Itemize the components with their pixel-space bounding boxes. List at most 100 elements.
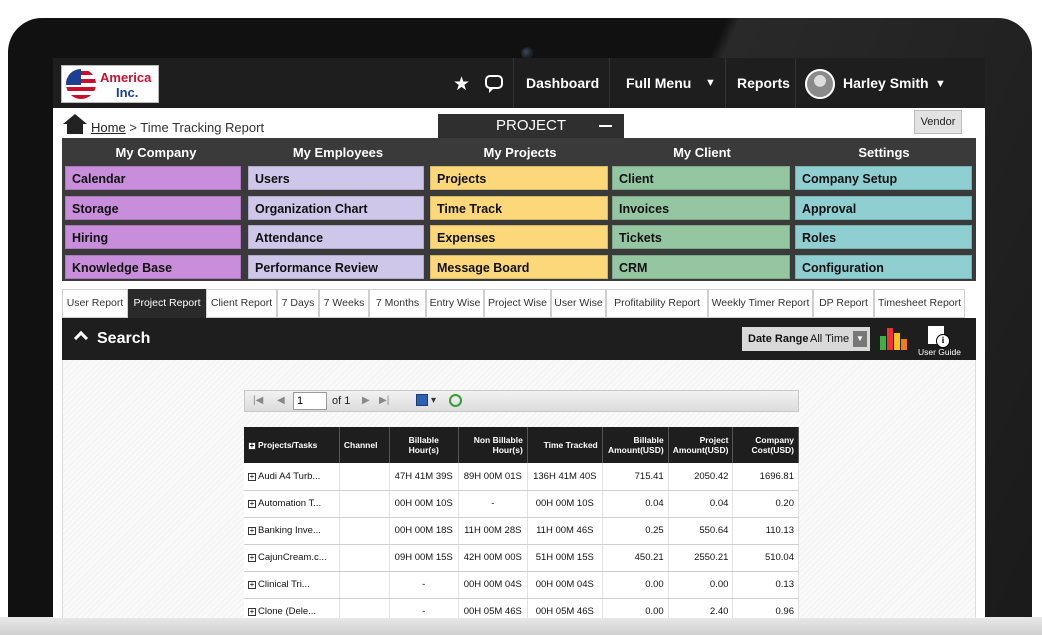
table-cell (339, 571, 390, 599)
chevron-up-icon[interactable] (73, 330, 89, 346)
menu-item-attendance[interactable]: Attendance (248, 225, 424, 249)
table-row[interactable]: + Clinical Tri... -00H 00M 04S 00H 00M 04S 0… (244, 571, 799, 599)
nav-full-menu[interactable]: Full Menu (626, 75, 691, 91)
report-tabs: User Report Project Report Client Report… (62, 289, 976, 318)
project-panel-tab[interactable]: PROJECT (438, 114, 624, 138)
company-logo[interactable]: America Inc. (61, 65, 159, 103)
tab-7-months[interactable]: 7 Months (369, 289, 426, 318)
nav-reports[interactable]: Reports (737, 75, 790, 91)
tab-7-days[interactable]: 7 Days (277, 289, 319, 318)
chat-icon[interactable] (485, 75, 503, 93)
menu-item-knowledge-base[interactable]: Knowledge Base (65, 255, 241, 279)
menu-item-time-track[interactable]: Time Track (430, 196, 608, 220)
last-page-icon[interactable]: ▶| (379, 395, 389, 406)
menu-item-client[interactable]: Client (612, 166, 790, 190)
bar-chart-icon[interactable] (880, 328, 908, 350)
menu-item-calendar[interactable]: Calendar (65, 166, 241, 190)
tab-client-report[interactable]: Client Report (206, 289, 277, 318)
export-save-icon[interactable] (416, 394, 428, 406)
table-row[interactable]: + Banking Inve... 00H 00M 18S 11H 00M 28S 11… (244, 517, 799, 545)
next-page-icon[interactable]: ▶ (362, 395, 370, 406)
home-icon[interactable] (63, 114, 87, 134)
table-cell: 715.41 (602, 463, 669, 491)
user-name[interactable]: Harley Smith (843, 75, 929, 91)
menu-item-expenses[interactable]: Expenses (430, 225, 608, 249)
chevron-down-icon[interactable]: ▼ (853, 331, 867, 347)
date-range-select[interactable]: Date Range All Time ▼ (742, 327, 870, 351)
refresh-icon[interactable] (449, 394, 462, 407)
column-header: Time Tracked (527, 427, 603, 463)
first-page-icon[interactable]: |◀ (253, 395, 263, 406)
tab-user-wise[interactable]: User Wise (551, 289, 606, 318)
search-toggle[interactable]: Search (97, 330, 150, 348)
expand-row-icon[interactable]: + (248, 608, 256, 616)
breadcrumb-home-link[interactable]: Home (91, 120, 126, 135)
user-guide-icon[interactable] (928, 326, 950, 348)
project-name: Audi A4 Turb... (258, 470, 321, 482)
user-guide-label[interactable]: User Guide (918, 347, 961, 357)
table-row[interactable]: + Automation T... 00H 00M 10S -00H 00M 10S 0… (244, 490, 799, 518)
tab-project-wise[interactable]: Project Wise (484, 289, 551, 318)
nav-divider (513, 58, 514, 108)
screen: America Inc. ★ Dashboard Full Menu ▼ Rep… (53, 58, 985, 618)
menu-item-performance-review[interactable]: Performance Review (248, 255, 424, 279)
avatar[interactable] (805, 69, 835, 99)
tab-timesheet-report[interactable]: Timesheet Report (874, 289, 965, 318)
chevron-down-icon[interactable]: ▼ (935, 78, 946, 90)
column-header: Non Billable Hour(s) (458, 427, 528, 463)
table-cell: 11H 00M 46S (527, 517, 603, 545)
menu-item-organization-chart[interactable]: Organization Chart (248, 196, 424, 220)
tab-dp-report[interactable]: DP Report (813, 289, 874, 318)
flag-icon (66, 69, 96, 99)
menu-heading-my-client: My Client (673, 145, 731, 160)
tab-weekly-timer-report[interactable]: Weekly Timer Report (708, 289, 813, 318)
table-cell: 47H 41M 39S (389, 463, 459, 491)
expand-row-icon[interactable]: + (248, 527, 256, 535)
menu-item-company-setup[interactable]: Company Setup (795, 166, 972, 190)
table-cell: 0.00 (602, 571, 669, 599)
vendor-button[interactable]: Vendor (914, 110, 962, 134)
collapse-icon[interactable] (599, 125, 612, 127)
chevron-down-icon[interactable]: ▼ (705, 77, 716, 89)
menu-item-hiring[interactable]: Hiring (65, 225, 241, 249)
table-cell: - (458, 490, 528, 518)
menu-heading-my-company: My Company (115, 145, 197, 160)
table-cell: 00H 00M 04S (527, 571, 603, 599)
table-row[interactable]: + CajunCream.c... 09H 00M 15S 42H 00M 00S 51… (244, 544, 799, 572)
expand-row-icon[interactable]: + (248, 500, 256, 508)
tab-7-weeks[interactable]: 7 Weeks (319, 289, 369, 318)
table-cell: 2050.42 (668, 463, 734, 491)
menu-item-configuration[interactable]: Configuration (795, 255, 972, 279)
menu-item-crm[interactable]: CRM (612, 255, 790, 279)
tab-user-report[interactable]: User Report (62, 289, 128, 318)
menu-item-projects[interactable]: Projects (430, 166, 608, 190)
report-area: |◀ ◀ 1 of 1 ▶ ▶| ▾ + Projects/Tasks Chann… (62, 360, 976, 618)
prev-page-icon[interactable]: ◀ (277, 395, 285, 406)
menu-item-roles[interactable]: Roles (795, 225, 972, 249)
expand-row-icon[interactable]: + (248, 581, 256, 589)
menu-item-message-board[interactable]: Message Board (430, 255, 608, 279)
table-row[interactable]: + Clone (Dele... -00H 05M 46S 00H 05M 46S 0.… (244, 598, 799, 618)
table-cell: 0.04 (668, 490, 734, 518)
star-icon[interactable]: ★ (453, 73, 470, 96)
table-cell: - (389, 571, 459, 599)
menu-item-users[interactable]: Users (248, 166, 424, 190)
expand-row-icon[interactable]: + (248, 472, 256, 481)
menu-item-tickets[interactable]: Tickets (612, 225, 790, 249)
tab-profitability-report[interactable]: Profitability Report (606, 289, 708, 318)
expand-all-icon[interactable]: + (248, 442, 256, 450)
table-cell: 2550.21 (668, 544, 734, 572)
menu-heading-my-projects: My Projects (483, 145, 557, 160)
chevron-down-icon[interactable]: ▾ (431, 395, 436, 406)
tab-project-report[interactable]: Project Report (128, 289, 206, 318)
column-header: Project Amount(USD) (668, 427, 734, 463)
table-row[interactable]: + Audi A4 Turb... 47H 41M 39S 89H 00M 01S 13… (244, 463, 799, 491)
tab-entry-wise[interactable]: Entry Wise (426, 289, 484, 318)
project-tab-label: PROJECT (495, 117, 566, 134)
nav-dashboard[interactable]: Dashboard (526, 75, 599, 91)
page-number-input[interactable]: 1 (293, 392, 327, 410)
expand-row-icon[interactable]: + (248, 554, 256, 562)
menu-item-approval[interactable]: Approval (795, 196, 972, 220)
menu-item-storage[interactable]: Storage (65, 196, 241, 220)
menu-item-invoices[interactable]: Invoices (612, 196, 790, 220)
